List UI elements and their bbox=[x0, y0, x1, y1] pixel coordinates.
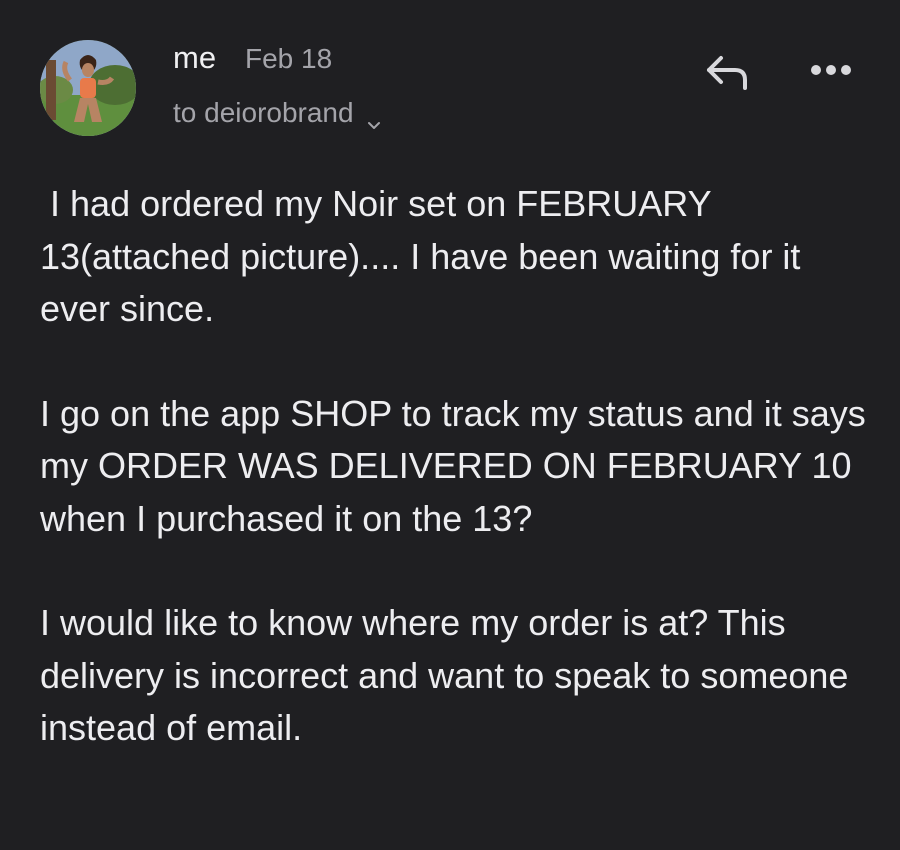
more-options-icon bbox=[811, 65, 851, 75]
sender-name: me bbox=[173, 40, 217, 75]
message-paragraph: I go on the app SHOP to track my status … bbox=[40, 392, 876, 539]
message-date: Feb 18 bbox=[245, 43, 333, 74]
avatar-photo-icon bbox=[40, 40, 136, 136]
recipient-toggle[interactable]: to deiorobrand bbox=[173, 94, 382, 132]
message-body: I had ordered my Noir set on FEBRUARY 13… bbox=[40, 178, 870, 807]
message-paragraph: I would like to know where my order is a… bbox=[40, 602, 859, 748]
more-options-button[interactable] bbox=[808, 58, 854, 82]
chevron-down-icon bbox=[366, 105, 382, 129]
message-paragraph: I had ordered my Noir set on FEBRUARY 13… bbox=[40, 183, 811, 329]
reply-icon bbox=[707, 56, 747, 90]
recipient-label: to deiorobrand bbox=[173, 97, 354, 128]
avatar[interactable] bbox=[40, 40, 136, 136]
reply-button[interactable] bbox=[703, 52, 753, 92]
